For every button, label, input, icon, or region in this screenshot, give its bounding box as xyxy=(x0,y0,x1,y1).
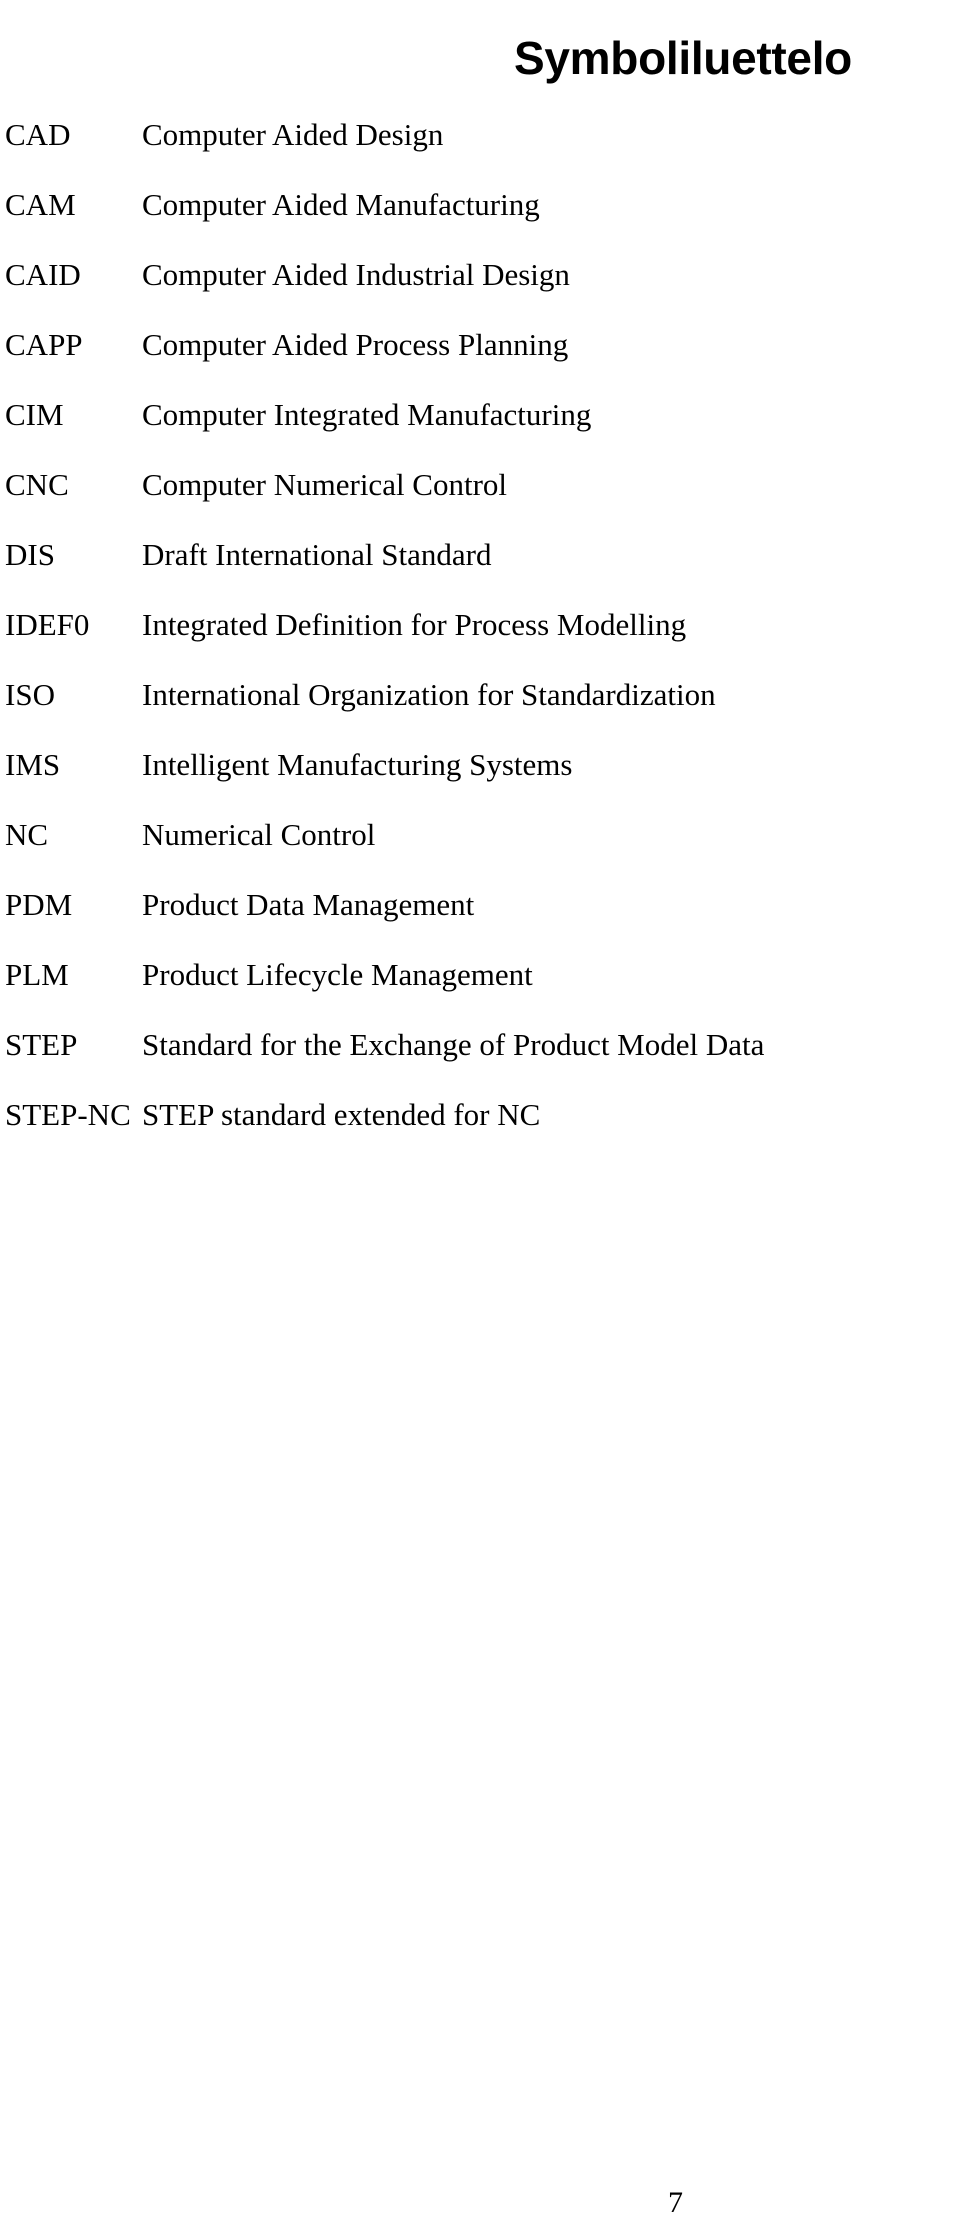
abbreviation-definition: Computer Numerical Control xyxy=(142,467,508,502)
page-title: Symboliluettelo xyxy=(514,31,852,84)
abbreviation-row: CAM Computer Aided Manufacturing xyxy=(0,188,960,258)
abbreviation-row: PLM Product Lifecycle Management xyxy=(0,958,960,1028)
abbreviation-definition: Computer Integrated Manufacturing xyxy=(142,397,592,432)
abbreviation-row: CNC Computer Numerical Control xyxy=(0,468,960,538)
abbreviation-row: CAID Computer Aided Industrial Design xyxy=(0,258,960,328)
abbreviation-row: CAPP Computer Aided Process Planning xyxy=(0,328,960,398)
abbreviation-row: STEP-NC STEP standard extended for NC xyxy=(0,1098,960,1168)
abbreviation-row: IMS Intelligent Manufacturing Systems xyxy=(0,748,960,818)
abbreviation-term: CAID xyxy=(5,257,81,292)
abbreviation-term: CIM xyxy=(5,397,64,432)
abbreviation-list: CAD Computer Aided Design CAM Computer Aide… xyxy=(0,118,960,1168)
abbreviation-term: PDM xyxy=(5,887,73,922)
abbreviation-definition: Computer Aided Process Planning xyxy=(142,327,569,362)
abbreviation-term: CAD xyxy=(5,117,71,152)
abbreviation-row: CIM Computer Integrated Manufacturing xyxy=(0,398,960,468)
page-number: 7 xyxy=(668,2186,683,2219)
abbreviation-term: IMS xyxy=(5,747,61,782)
abbreviation-definition: Draft International Standard xyxy=(142,537,492,572)
abbreviation-row: CAD Computer Aided Design xyxy=(0,118,960,188)
abbreviation-row: NC Numerical Control xyxy=(0,818,960,888)
abbreviation-definition: Computer Aided Industrial Design xyxy=(142,257,570,292)
abbreviation-definition: STEP standard extended for NC xyxy=(142,1097,541,1132)
abbreviation-term: CAM xyxy=(5,187,76,222)
abbreviation-definition: International Organization for Standardi… xyxy=(142,677,716,712)
abbreviation-term: DIS xyxy=(5,537,55,572)
abbreviation-term: ISO xyxy=(5,677,55,712)
abbreviation-term: STEP-NC xyxy=(5,1097,131,1132)
abbreviation-term: CAPP xyxy=(5,327,83,362)
abbreviation-row: STEP Standard for the Exchange of Product… xyxy=(0,1028,960,1098)
abbreviation-definition: Product Lifecycle Management xyxy=(142,957,533,992)
abbreviation-definition: Numerical Control xyxy=(142,817,376,852)
abbreviation-definition: Product Data Management xyxy=(142,887,475,922)
abbreviation-term: CNC xyxy=(5,467,69,502)
document-page: Symboliluettelo CAD Computer Aided Design… xyxy=(0,0,960,2234)
abbreviation-definition: Computer Aided Manufacturing xyxy=(142,187,540,222)
abbreviation-definition: Intelligent Manufacturing Systems xyxy=(142,747,573,782)
abbreviation-term: STEP xyxy=(5,1027,78,1062)
abbreviation-row: ISO International Organization for Standa… xyxy=(0,678,960,748)
abbreviation-definition: Integrated Definition for Process Modell… xyxy=(142,607,687,642)
abbreviation-term: IDEF0 xyxy=(5,607,90,642)
abbreviation-definition: Computer Aided Design xyxy=(142,117,444,152)
abbreviation-term: NC xyxy=(5,817,49,852)
abbreviation-row: DIS Draft International Standard xyxy=(0,538,960,608)
abbreviation-term: PLM xyxy=(5,957,69,992)
abbreviation-row: IDEF0 Integrated Definition for Process M… xyxy=(0,608,960,678)
abbreviation-definition: Standard for the Exchange of Product Mod… xyxy=(142,1027,765,1062)
abbreviation-row: PDM Product Data Management xyxy=(0,888,960,958)
